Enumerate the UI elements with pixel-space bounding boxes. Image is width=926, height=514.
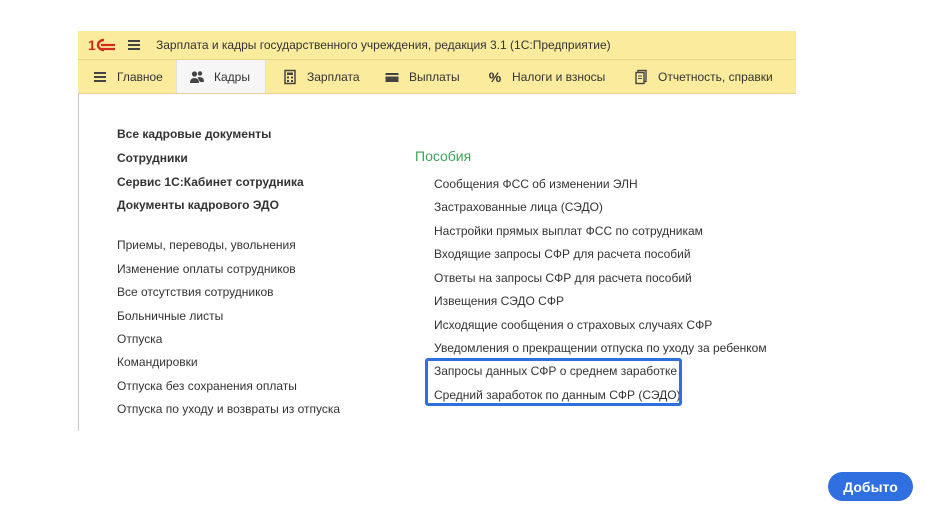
link-direct-payment-settings[interactable]: Настройки прямых выплат ФСС по сотрудник… <box>434 224 703 238</box>
link-outgoing-insurance-messages[interactable]: Исходящие сообщения о страховых случаях … <box>434 318 712 332</box>
menu-icon[interactable] <box>128 40 140 50</box>
link-sedo-notices[interactable]: Извещения СЭДО СФР <box>434 294 564 308</box>
link-pay-changes[interactable]: Изменение оплаты сотрудников <box>117 262 296 276</box>
link-parental-leave-termination[interactable]: Уведомления о прекращении отпуска по ухо… <box>434 341 767 355</box>
nav-payments[interactable]: Выплаты <box>384 60 460 93</box>
link-employees[interactable]: Сотрудники <box>117 151 188 165</box>
link-vacations[interactable]: Отпуска <box>117 332 162 346</box>
title-bar: 1 Зарплата и кадры государственного учре… <box>78 31 796 60</box>
section-nav: Главное Кадры Зарплата Выплаты % Налоги … <box>78 60 796 94</box>
link-personnel-edo-documents[interactable]: Документы кадрового ЭДО <box>117 198 279 212</box>
svg-text:1: 1 <box>88 37 96 53</box>
report-icon <box>633 69 649 85</box>
nav-reports[interactable]: Отчетность, справки <box>633 60 773 93</box>
link-hiring-transfers[interactable]: Приемы, переводы, увольнения <box>117 238 296 252</box>
link-fss-eln-messages[interactable]: Сообщения ФСС об изменении ЭЛН <box>434 177 638 191</box>
link-business-trips[interactable]: Командировки <box>117 355 198 369</box>
link-sfr-request-responses[interactable]: Ответы на запросы СФР для расчета пособи… <box>434 271 692 285</box>
percent-icon: % <box>488 68 502 85</box>
link-employee-cabinet-service[interactable]: Сервис 1С:Кабинет сотрудника <box>117 175 304 189</box>
app-title: Зарплата и кадры государственного учрежд… <box>156 38 611 52</box>
nav-reports-label: Отчетность, справки <box>658 69 773 84</box>
calculator-icon <box>282 69 298 85</box>
list-icon <box>92 69 108 85</box>
link-insured-persons[interactable]: Застрахованные лица (СЭДО) <box>434 200 603 214</box>
link-sick-leaves[interactable]: Больничные листы <box>117 309 223 323</box>
people-icon <box>189 69 205 85</box>
link-parental-leave[interactable]: Отпуска по уходу и возвраты из отпуска <box>117 402 340 416</box>
nav-personnel[interactable]: Кадры <box>176 60 266 93</box>
1c-logo-icon[interactable]: 1 <box>88 37 116 53</box>
nav-personnel-label: Кадры <box>214 69 250 84</box>
wallet-icon <box>384 69 400 85</box>
nav-salary[interactable]: Зарплата <box>282 60 360 93</box>
link-all-personnel-documents[interactable]: Все кадровые документы <box>117 127 271 141</box>
nav-taxes-label: Налоги и взносы <box>512 69 606 84</box>
link-all-absences[interactable]: Все отсутствия сотрудников <box>117 285 274 299</box>
highlight-box <box>425 358 682 406</box>
benefits-section-title: Пособия <box>415 148 472 164</box>
nav-main[interactable]: Главное <box>92 60 163 93</box>
nav-taxes[interactable]: % Налоги и взносы <box>487 60 606 93</box>
link-unpaid-vacations[interactable]: Отпуска без сохранения оплаты <box>117 379 297 393</box>
nav-salary-label: Зарплата <box>307 69 360 84</box>
action-button[interactable]: Добыто <box>828 472 913 501</box>
nav-main-label: Главное <box>117 69 163 84</box>
nav-payments-label: Выплаты <box>409 69 460 84</box>
left-border <box>78 93 79 431</box>
link-incoming-sfr-requests[interactable]: Входящие запросы СФР для расчета пособий <box>434 247 691 261</box>
